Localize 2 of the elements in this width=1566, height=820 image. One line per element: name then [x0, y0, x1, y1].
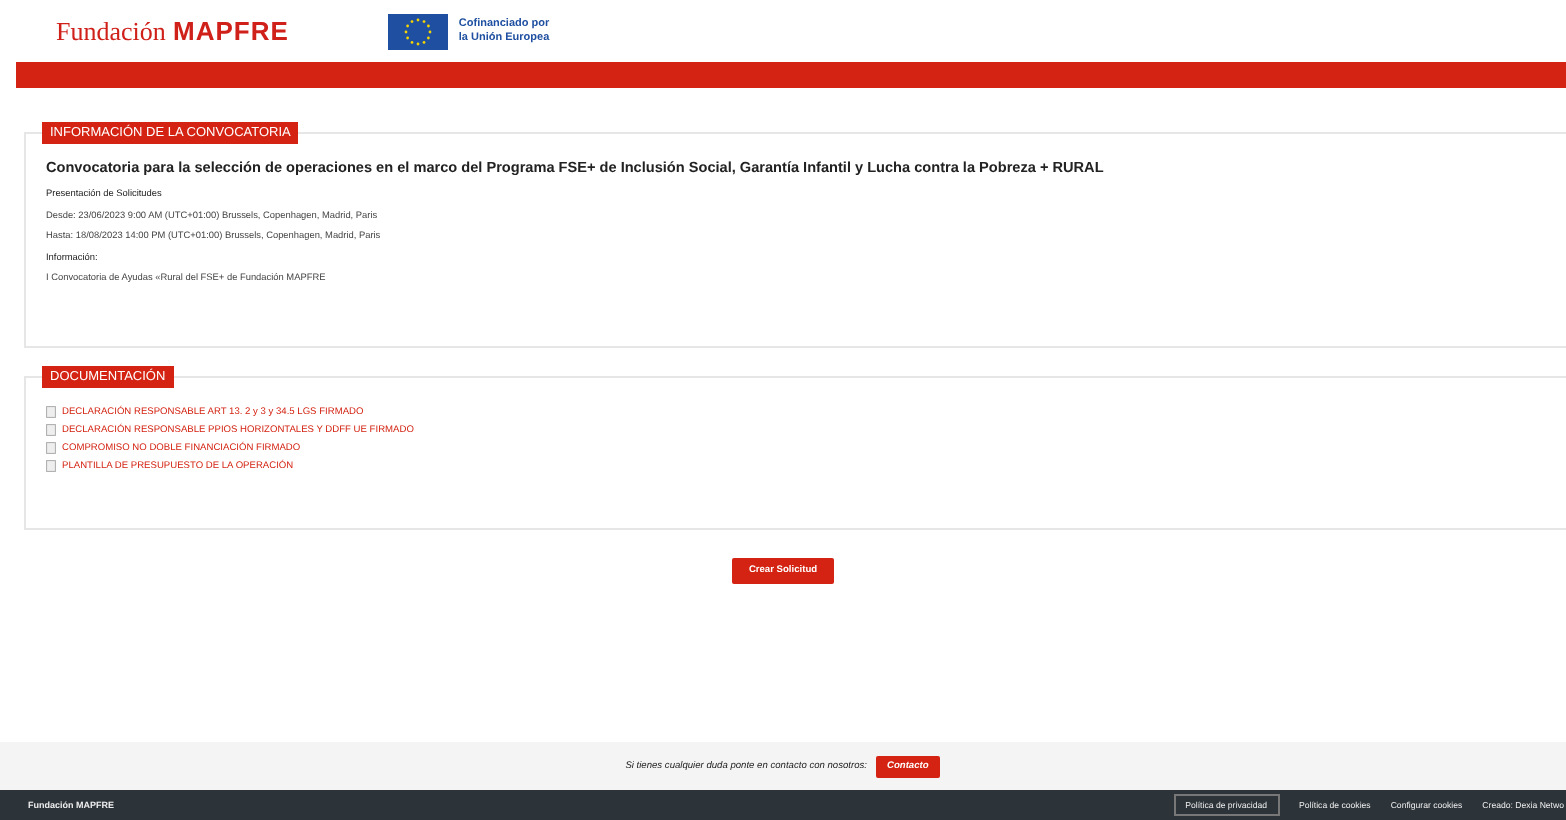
- eu-flag-icon: [388, 13, 449, 49]
- foundation-logo[interactable]: Fundación MAPFRE: [56, 15, 289, 47]
